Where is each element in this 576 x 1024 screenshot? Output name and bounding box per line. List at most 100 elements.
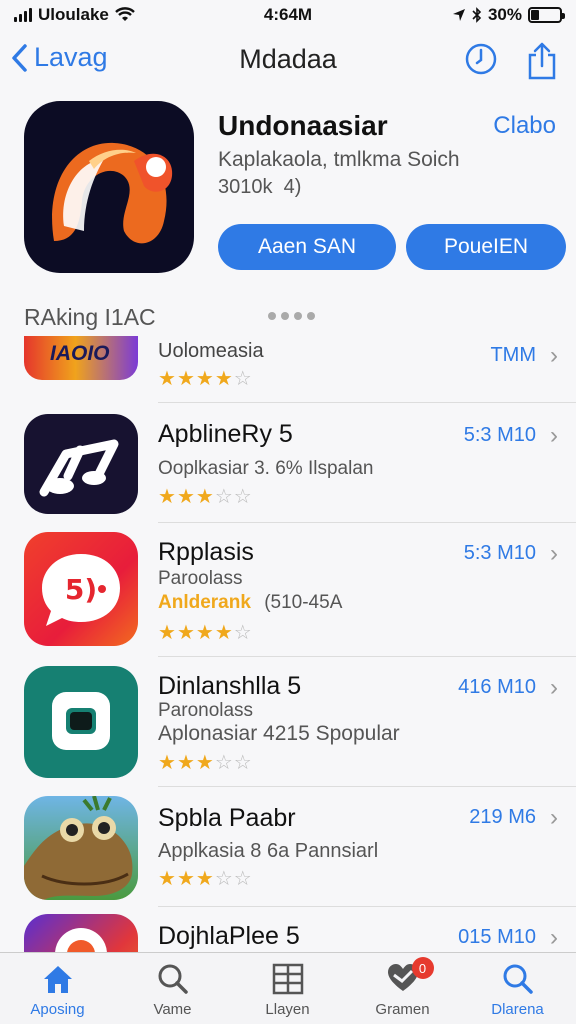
square-frame-icon [24,666,138,778]
star-empty-icon: ☆ [233,486,253,508]
app-icon [24,914,138,952]
chevron-right-icon: › [550,804,558,831]
tab-home[interactable]: Aposing [0,953,115,1024]
heart-chat-icon: 0 [384,957,434,997]
star-filled-icon: ★ [176,622,196,644]
banner-text: IAOIO [50,342,110,365]
app-size: 5:3 M10 [463,424,536,446]
star-empty-icon: ☆ [214,486,234,508]
section-title: RAking I1AC [24,304,156,330]
divider [158,522,576,523]
star-filled-icon: ★ [176,368,196,390]
star-empty-icon: ☆ [233,622,253,644]
list-item[interactable]: 5) Rpplasis Paroolass Anlderank (510-45A… [0,532,576,656]
star-rating: ★★★☆☆ [158,866,253,891]
chat-bubble-icon: 5) [24,532,138,646]
star-filled-icon: ★ [195,622,215,644]
app-title: Dinlanshlla 5 [158,672,302,700]
tab-label: Dlarena [491,1001,544,1018]
tab-search-2[interactable]: Dlarena [460,953,575,1024]
app-size: 5:3 M10 [463,542,536,564]
star-empty-icon: ☆ [233,868,253,890]
app-description: Applkasia 8 6a Pannsiarl [158,840,379,862]
list-item[interactable]: IAOIO Uolomeasia ★★★★☆ TMM › [0,336,576,402]
tab-label: Vame [153,1001,192,1018]
chevron-right-icon: › [550,342,558,369]
share-icon[interactable] [526,42,558,85]
app-size: 416 M10 [458,676,536,698]
app-description: Aplonasiar 4215 Spopular [158,722,400,745]
divider [158,402,576,403]
app-title: Spbla Paabr [158,804,296,832]
divider [158,906,576,907]
location-icon [452,9,465,21]
page-dots[interactable] [268,312,315,320]
divider [158,786,576,787]
star-filled-icon: ★ [195,868,215,890]
star-filled-icon: ★ [176,486,196,508]
star-filled-icon: ★ [195,486,215,508]
secondary-action-button[interactable]: PoueIEN [406,224,566,270]
app-title: ApblineRy 5 [158,420,293,448]
app-size: 219 M6 [469,806,536,828]
star-filled-icon: ★ [176,752,196,774]
app-highlight-line: Anlderank (510-45A [158,592,342,614]
star-filled-icon: ★ [176,868,196,890]
tab-label: Aposing [30,1001,85,1018]
star-filled-icon: ★ [158,486,177,508]
app-size: 015 M10 [458,926,536,948]
featured-app-meta: 3010k 4) [218,176,302,198]
star-empty-icon: ☆ [214,752,234,774]
svg-text:5): 5) [65,573,97,606]
tab-search[interactable]: Vame [115,953,230,1024]
star-filled-icon: ★ [158,868,177,890]
star-rating: ★★★☆☆ [158,750,253,775]
tab-grid[interactable]: Llayen [230,953,345,1024]
search-icon [155,961,191,997]
nav-bar: Lavag Mdadaa [0,36,576,86]
rank-label: Anlderank [158,592,251,613]
list-item[interactable]: ApblineRy 5 Ooplkasiar 3. 6% Ilspalan ★★… [0,414,576,524]
star-filled-icon: ★ [158,368,177,390]
tab-bar: Aposing Vame Llayen 0 Gramen Dlarena [0,952,576,1024]
featured-app: Undonaasiar Clabo Kaplakaola, tmlkma Soi… [0,96,576,286]
clock-icon[interactable] [464,42,498,81]
app-category: Paroolass [158,568,243,589]
home-icon [40,961,76,997]
list-item[interactable]: DojhlaPlee 5 015 M10 › [0,914,576,952]
music-note-icon [24,414,138,514]
star-filled-icon: ★ [158,752,177,774]
app-title: Rpplasis [158,538,254,566]
list-item[interactable]: Dinlanshlla 5 Paronolass Aplonasiar 4215… [0,666,576,784]
featured-app-subtitle: Kaplakaola, tmlkma Soich [218,148,460,171]
app-description: Ooplkasiar 3. 6% Ilspalan [158,458,374,479]
star-rating: ★★★★☆ [158,366,253,391]
app-icon: IAOIO [24,336,138,380]
app-title: DojhlaPlee 5 [158,922,300,950]
open-link[interactable]: Clabo [493,112,556,140]
chevron-right-icon: › [550,422,558,449]
bluetooth-icon [472,7,482,23]
divider [158,656,576,657]
star-rating: ★★★★☆ [158,620,253,645]
tab-updates[interactable]: 0 Gramen [345,953,460,1024]
star-filled-icon: ★ [214,368,234,390]
frog-character-icon [24,796,138,900]
primary-action-button[interactable]: Aaen SAN [218,224,396,270]
featured-app-icon[interactable] [24,101,194,273]
star-empty-icon: ☆ [233,368,253,390]
battery-icon [528,7,565,23]
tab-label: Gramen [375,1001,430,1018]
chevron-right-icon: › [550,924,558,951]
battery-fill [531,10,540,20]
search-icon [500,961,536,997]
star-filled-icon: ★ [195,752,215,774]
battery-percent: 30% [487,5,522,24]
star-filled-icon: ★ [158,622,177,644]
list-item[interactable]: Spbla Paabr Applkasia 8 6a Pannsiarl ★★★… [0,796,576,906]
rank-value: (510-45A [264,592,343,613]
star-rating: ★★★☆☆ [158,484,253,509]
star-empty-icon: ☆ [233,752,253,774]
chevron-right-icon: › [550,674,558,701]
status-right: 30% [452,5,565,25]
